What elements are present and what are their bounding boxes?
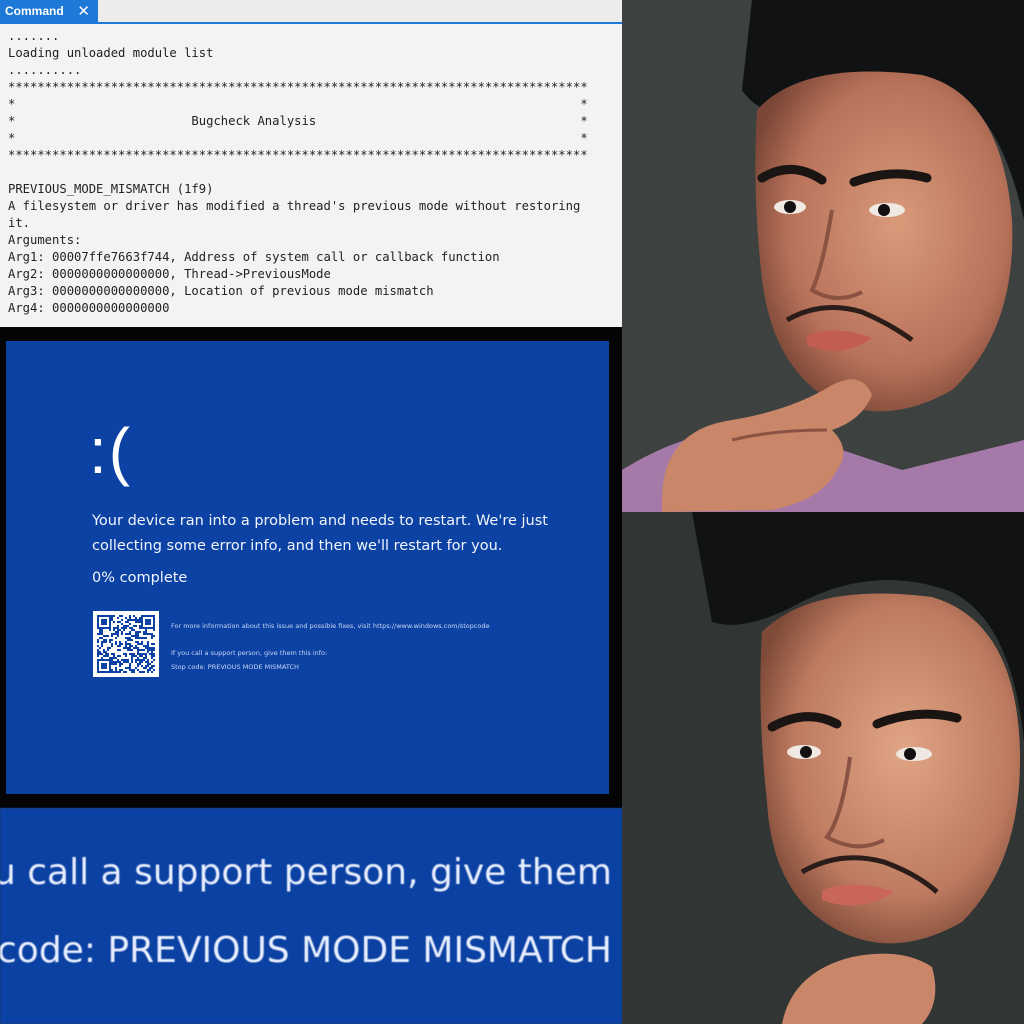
output-line: ****************************************… [8,80,588,94]
output-line: A filesystem or driver has modified a th… [8,199,581,213]
output-line: * * [8,131,588,145]
output-line: .......... [8,63,82,77]
output-line: ****************************************… [8,148,588,162]
portrait-photo-bottom [622,512,1024,1024]
output-line: Arg3: 0000000000000000, Location of prev… [8,284,434,298]
progress-text: 0% complete [92,570,188,586]
tab-label: Command [5,4,64,18]
stop-code-text: Stop code: PREVIOUS MODE MISMATCH [171,663,299,671]
output-line: Loading unloaded module list [8,46,214,60]
output-line: PREVIOUS_MODE_MISMATCH (1f9) [8,182,214,196]
blue-screen: :( Your device ran into a problem and ne… [6,341,609,794]
more-info-text: For more information about this issue an… [171,622,490,630]
output-line: ....... [8,29,60,43]
support-text: If you call a support person, give them … [171,649,328,657]
qr-code-icon [93,611,159,677]
output-line: Arg2: 0000000000000000, Thread->Previous… [8,267,331,281]
output-line: Arg4: 0000000000000000 [8,301,170,315]
close-icon[interactable]: ✕ [77,2,90,20]
sad-face: :( [89,415,133,487]
tab-command[interactable]: Command ✕ [0,0,98,22]
output-line: Arguments: [8,233,82,247]
portrait-photo-top [622,0,1024,512]
error-message: Your device ran into a problem and needs… [92,513,548,554]
output-line: * * [8,97,588,111]
bsod-frame: :( Your device ran into a problem and ne… [0,327,622,808]
zoomed-stop-code-line: code: PREVIOUS MODE MISMATCH [0,930,612,971]
output-line: * Bugcheck Analysis * [8,114,588,128]
output-line: Arg1: 00007ffe7663f744, Address of syste… [8,250,500,264]
output-line: it. [8,216,31,230]
